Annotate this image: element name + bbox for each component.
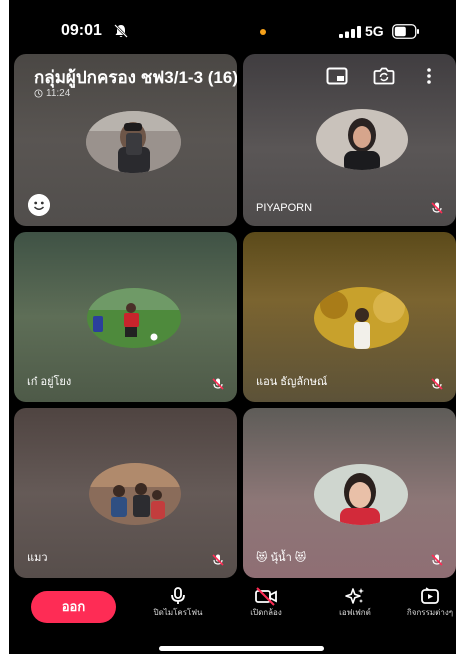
- microphone-icon: [171, 587, 185, 604]
- mute-mic-label: ปิดไมโครโฟน: [153, 608, 203, 617]
- pip-icon[interactable]: [326, 66, 348, 86]
- signal-icon: [339, 26, 361, 38]
- effects-button[interactable]: เอฟเฟกต์: [325, 586, 385, 617]
- network-type: 5G: [365, 23, 384, 39]
- avatar: [86, 111, 181, 173]
- participant-tile[interactable]: 😻 นุ้น้ำ 😻: [243, 408, 456, 578]
- activities-icon: [421, 587, 439, 604]
- mic-muted-icon: [431, 202, 443, 214]
- home-indicator[interactable]: [159, 646, 324, 651]
- mic-muted-icon: [431, 554, 443, 566]
- flip-camera-icon[interactable]: [373, 66, 395, 86]
- group-title: กลุ่มผู้ปกครอง ชฟ3/1-3 (16): [34, 68, 237, 87]
- status-bar: 09:01 5G: [9, 0, 456, 52]
- participant-name: 😻 นุ้น้ำ 😻: [256, 552, 307, 564]
- mic-muted-icon: [212, 378, 224, 390]
- bell-off-icon: [114, 24, 128, 38]
- avatar: [87, 288, 181, 348]
- mic-muted-icon: [212, 554, 224, 566]
- mic-in-use-dot: [260, 29, 266, 35]
- participant-tile[interactable]: เก๋ อยู่โยง: [14, 232, 237, 402]
- participant-name: แอน ธัญลักษณ์: [256, 376, 328, 388]
- participant-name: เก๋ อยู่โยง: [27, 376, 72, 388]
- turn-on-camera-button[interactable]: เปิดกล้อง: [236, 586, 296, 617]
- participant-tile[interactable]: แอน ธัญลักษณ์: [243, 232, 456, 402]
- call-toolbar: ออก ปิดไมโครโฟน เปิดกล้อง เอฟเฟกต์ กิจกร…: [9, 578, 456, 654]
- activities-button[interactable]: กิจกรรมต่างๆ: [404, 586, 456, 617]
- camera-off-icon: [255, 587, 277, 606]
- reactions-button[interactable]: [28, 194, 50, 216]
- status-time: 09:01: [61, 22, 102, 39]
- more-icon[interactable]: [423, 66, 435, 86]
- leave-call-button[interactable]: ออก: [31, 591, 116, 623]
- phone-screen: 09:01 5G กลุ่มผู้ปกครอง ชฟ3/1-3 (16) 11:…: [9, 0, 456, 654]
- activities-label: กิจกรรมต่างๆ: [406, 608, 454, 617]
- avatar: [314, 287, 409, 349]
- mic-muted-icon: [431, 378, 443, 390]
- sparkle-icon: [345, 588, 364, 604]
- avatar: [314, 464, 408, 525]
- mute-mic-button[interactable]: ปิดไมโครโฟน: [148, 586, 208, 617]
- participant-name: แมว: [27, 552, 48, 564]
- participant-tile[interactable]: แมว: [14, 408, 237, 578]
- avatar: [89, 463, 181, 525]
- battery-icon: [392, 24, 419, 39]
- participant-name: PIYAPORN: [256, 202, 313, 214]
- effects-label: เอฟเฟกต์: [339, 608, 371, 617]
- participant-tile-self[interactable]: กลุ่มผู้ปกครอง ชฟ3/1-3 (16) 11:24: [14, 54, 237, 226]
- turn-on-camera-label: เปิดกล้อง: [250, 608, 282, 617]
- avatar: [316, 109, 408, 170]
